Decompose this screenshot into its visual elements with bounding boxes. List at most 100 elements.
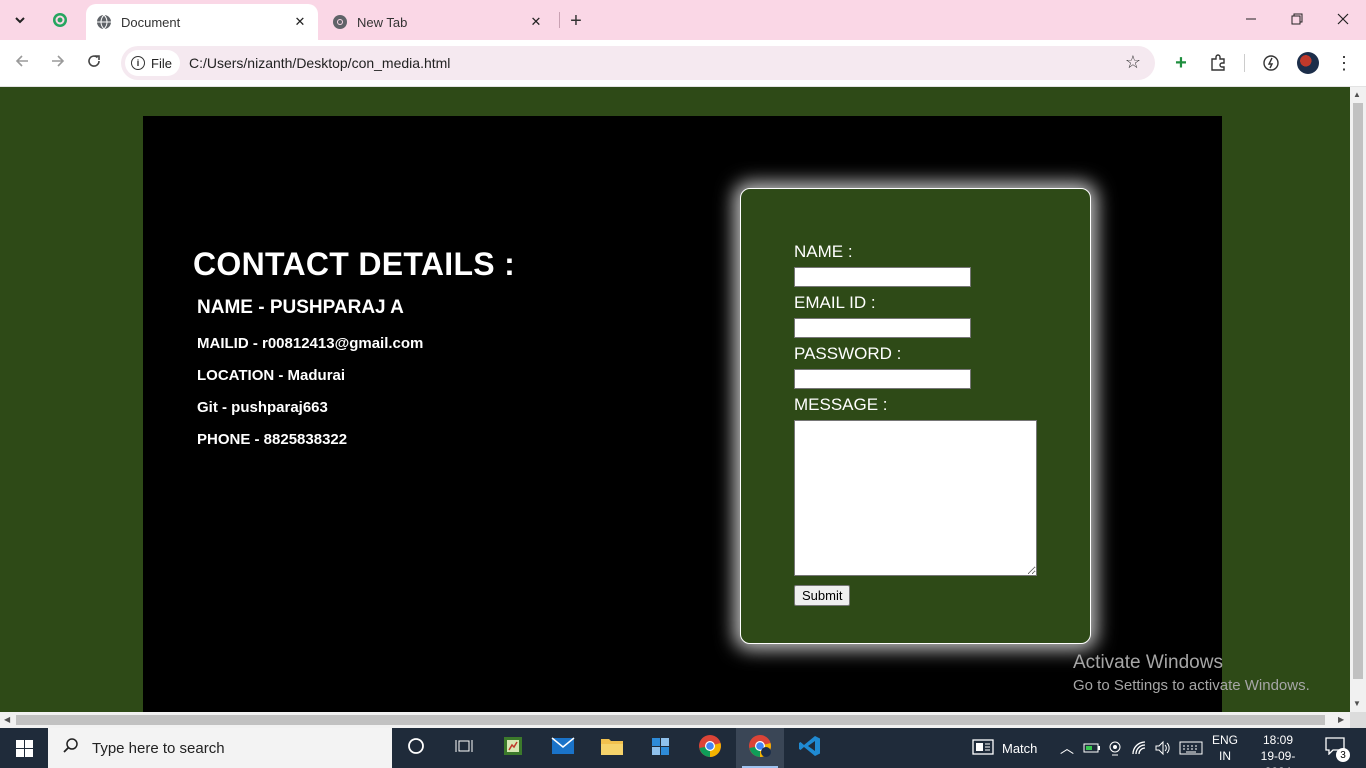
chrome-icon bbox=[698, 734, 722, 763]
plus-icon: + bbox=[570, 9, 582, 32]
match-label: Match bbox=[1002, 740, 1038, 756]
page-viewport: CONTACT DETAILS : NAME - PUSHPARAJ A MAI… bbox=[0, 87, 1350, 712]
taskbar-app-file-explorer[interactable] bbox=[588, 728, 636, 768]
arrow-left-icon bbox=[14, 53, 30, 74]
reload-button[interactable] bbox=[81, 50, 107, 76]
close-icon bbox=[1337, 12, 1349, 28]
watermark-title: Activate Windows bbox=[1073, 652, 1223, 673]
camera-icon[interactable] bbox=[1107, 728, 1123, 768]
site-info-chip[interactable]: i File bbox=[125, 50, 180, 76]
region-code: IN bbox=[1219, 749, 1231, 763]
contact-form: NAME : EMAIL ID : PASSWORD : MESSAGE : S… bbox=[794, 241, 1037, 606]
tab-divider bbox=[559, 12, 560, 28]
message-textarea[interactable] bbox=[794, 420, 1037, 576]
taskbar-search[interactable]: Type here to search bbox=[48, 728, 392, 768]
reload-icon bbox=[86, 53, 102, 74]
contact-name: NAME - PUSHPARAJ A bbox=[197, 297, 404, 318]
submit-button[interactable]: Submit bbox=[794, 585, 851, 606]
scroll-down-icon[interactable]: ▼ bbox=[1353, 699, 1361, 708]
battery-icon[interactable] bbox=[1083, 728, 1101, 768]
store-icon bbox=[649, 735, 673, 762]
close-window-button[interactable] bbox=[1320, 6, 1366, 34]
horizontal-scrollbar[interactable]: ◀ ▶ bbox=[0, 712, 1350, 728]
task-view-button[interactable] bbox=[440, 728, 488, 768]
new-tab-button[interactable]: + bbox=[563, 8, 589, 34]
contact-heading: CONTACT DETAILS : bbox=[193, 246, 516, 282]
activate-windows-watermark: Activate Windows Go to Settings to activ… bbox=[1073, 652, 1310, 694]
tab-title: New Tab bbox=[357, 14, 408, 30]
tab-search-button[interactable] bbox=[7, 8, 33, 34]
contact-details-section: CONTACT DETAILS : NAME - PUSHPARAJ A MAI… bbox=[193, 246, 515, 463]
windows-taskbar: Type here to search Match ︿ ENG IN 18:09… bbox=[0, 728, 1366, 768]
notifications-button[interactable]: 3 bbox=[1322, 736, 1350, 762]
close-tab-icon[interactable]: ✕ bbox=[526, 12, 546, 32]
restore-button[interactable] bbox=[1274, 6, 1320, 34]
password-label: PASSWORD : bbox=[794, 344, 902, 363]
chevron-down-icon bbox=[14, 13, 26, 29]
email-input[interactable] bbox=[794, 318, 971, 338]
menu-kebab-icon[interactable]: ⋮ bbox=[1331, 50, 1357, 76]
contact-git: Git - pushparaj663 bbox=[197, 399, 328, 416]
volume-icon[interactable] bbox=[1154, 728, 1172, 768]
spreadsheet-icon bbox=[502, 735, 524, 762]
cortana-icon bbox=[407, 737, 425, 760]
taskbar-app-store[interactable] bbox=[637, 728, 685, 768]
scroll-left-icon[interactable]: ◀ bbox=[4, 715, 10, 724]
tray-overflow-chevron-icon[interactable]: ︿ bbox=[1060, 728, 1074, 768]
vscode-icon bbox=[798, 734, 822, 763]
tab-new-tab[interactable]: New Tab ✕ bbox=[322, 4, 554, 40]
browser-toolbar: i File C:/Users/nizanth/Desktop/con_medi… bbox=[0, 40, 1366, 87]
profile-avatar[interactable] bbox=[1295, 50, 1321, 76]
taskbar-clock[interactable]: 18:09 19-09-2024 bbox=[1250, 732, 1306, 768]
browser-tab-strip: Document ✕ New Tab ✕ + bbox=[0, 0, 1366, 40]
cortana-button[interactable] bbox=[392, 728, 440, 768]
contact-phone: PHONE - 8825838322 bbox=[197, 431, 348, 448]
email-label: EMAIL ID : bbox=[794, 293, 876, 312]
taskbar-app-vscode[interactable] bbox=[786, 728, 834, 768]
language-code: ENG bbox=[1211, 733, 1238, 747]
performance-icon[interactable] bbox=[1258, 50, 1284, 76]
forward-button[interactable] bbox=[45, 50, 71, 76]
content-panel: CONTACT DETAILS : NAME - PUSHPARAJ A MAI… bbox=[143, 116, 1222, 712]
notification-count-badge: 3 bbox=[1336, 748, 1350, 762]
toolbar-separator bbox=[1244, 54, 1245, 72]
vertical-scroll-thumb[interactable] bbox=[1353, 103, 1363, 679]
folder-icon bbox=[600, 736, 624, 761]
back-button[interactable] bbox=[9, 50, 35, 76]
search-icon bbox=[62, 737, 80, 760]
avatar bbox=[1297, 52, 1319, 74]
search-placeholder: Type here to search bbox=[92, 739, 225, 757]
extensions-puzzle-icon[interactable] bbox=[1205, 50, 1231, 76]
scroll-right-icon[interactable]: ▶ bbox=[1338, 715, 1344, 724]
taskbar-app-mail[interactable] bbox=[539, 728, 587, 768]
extension-plus-icon[interactable]: + bbox=[1168, 50, 1194, 76]
taskbar-app-chrome-profile[interactable] bbox=[736, 728, 784, 768]
taskbar-app-chrome[interactable] bbox=[686, 728, 734, 768]
bookmark-star-icon[interactable]: ☆ bbox=[1125, 52, 1141, 73]
contact-location: LOCATION - Madurai bbox=[197, 367, 346, 384]
url-text[interactable]: C:/Users/nizanth/Desktop/con_media.html bbox=[189, 55, 450, 71]
taskbar-app-spreadsheet[interactable] bbox=[489, 728, 537, 768]
minimize-icon bbox=[1245, 12, 1257, 28]
watermark-subtitle: Go to Settings to activate Windows. bbox=[1073, 677, 1310, 694]
close-tab-icon[interactable]: ✕ bbox=[290, 12, 310, 32]
name-input[interactable] bbox=[794, 267, 971, 287]
scroll-up-icon[interactable]: ▲ bbox=[1353, 90, 1361, 99]
horizontal-scroll-thumb[interactable] bbox=[16, 715, 1325, 725]
scheme-label: File bbox=[151, 55, 172, 71]
address-bar[interactable]: i File C:/Users/nizanth/Desktop/con_medi… bbox=[121, 46, 1155, 80]
tray-match-widget[interactable]: Match bbox=[972, 728, 1037, 768]
start-button[interactable] bbox=[0, 728, 48, 768]
contact-email: MAILID - r00812413@gmail.com bbox=[197, 335, 424, 352]
clock-time: 18:09 bbox=[1262, 733, 1294, 747]
password-input[interactable] bbox=[794, 369, 971, 389]
keyboard-icon[interactable] bbox=[1179, 728, 1203, 768]
minimize-button[interactable] bbox=[1228, 6, 1274, 34]
wifi-icon[interactable] bbox=[1131, 728, 1149, 768]
vertical-scrollbar[interactable]: ▲ ▼ bbox=[1350, 87, 1366, 712]
language-indicator[interactable]: ENG IN bbox=[1210, 732, 1240, 764]
pinned-tab[interactable] bbox=[47, 8, 73, 34]
contact-form-card: NAME : EMAIL ID : PASSWORD : MESSAGE : S… bbox=[740, 188, 1091, 644]
tab-document[interactable]: Document ✕ bbox=[86, 4, 318, 40]
mail-icon bbox=[551, 736, 575, 760]
